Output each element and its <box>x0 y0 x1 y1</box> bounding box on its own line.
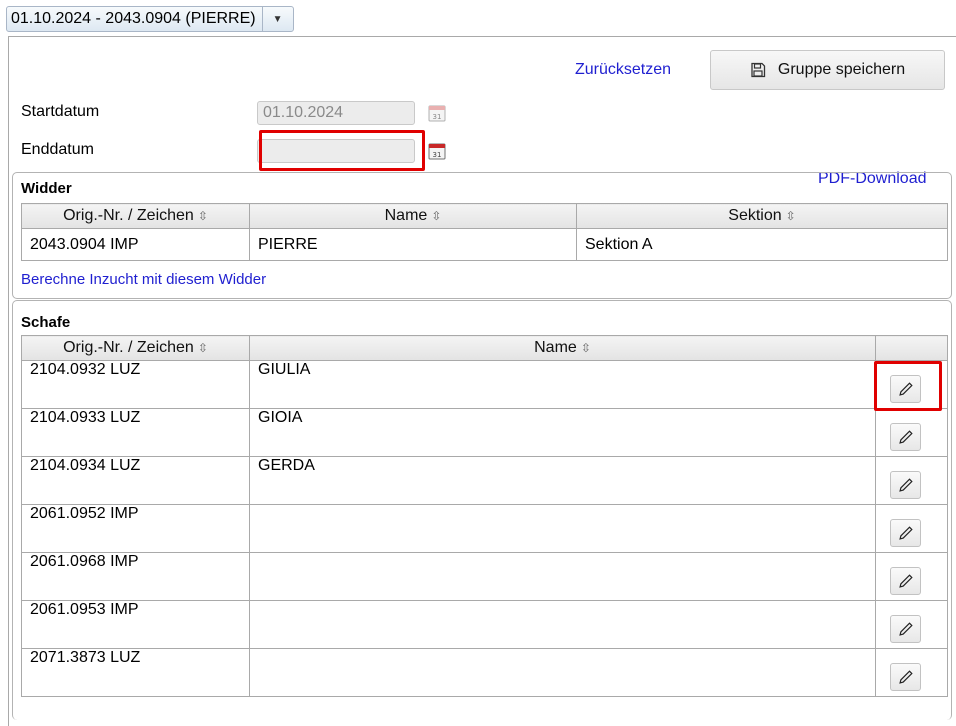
svg-text:31: 31 <box>433 151 442 159</box>
pencil-icon <box>898 478 913 492</box>
pencil-icon <box>898 574 913 588</box>
sheep-number: 2061.0953 IMP <box>21 600 250 649</box>
sheep-col-name[interactable]: Name ⇳ <box>249 335 876 361</box>
sheep-number: 2061.0968 IMP <box>21 552 250 601</box>
chevron-down-icon[interactable]: ▼ <box>263 7 293 31</box>
pencil-icon <box>898 430 913 444</box>
sheep-col-actions <box>875 335 948 361</box>
sort-icon: ⇳ <box>785 209 796 223</box>
ram-section-title: Widder <box>21 180 72 197</box>
calc-inbreeding-link[interactable]: Berechne Inzucht mit diesem Widder <box>21 271 266 288</box>
pencil-icon <box>898 622 913 636</box>
table-row: 2061.0953 IMP <box>21 600 948 649</box>
svg-text:31: 31 <box>433 113 442 121</box>
table-row: 2061.0952 IMP <box>21 504 948 553</box>
sheep-name <box>249 600 876 649</box>
ram-col-number[interactable]: Orig.-Nr. / Zeichen ⇳ <box>21 203 250 229</box>
start-date-label: Startdatum <box>21 103 100 120</box>
edit-button[interactable] <box>890 375 921 403</box>
edit-button[interactable] <box>890 423 921 451</box>
sheep-section: Schafe Orig.-Nr. / Zeichen ⇳ Name ⇳ 2104.0… <box>12 300 952 720</box>
sheep-number: 2061.0952 IMP <box>21 504 250 553</box>
sheep-section-title: Schafe <box>21 314 71 331</box>
sheep-number: 2071.3873 LUZ <box>21 648 250 697</box>
table-row: 2104.0933 LUZ GIOIA <box>21 408 948 457</box>
ram-col-name[interactable]: Name ⇳ <box>249 203 577 229</box>
save-group-button[interactable]: Gruppe speichern <box>710 50 945 90</box>
sheep-number: 2104.0934 LUZ <box>21 456 250 505</box>
sort-icon: ⇳ <box>431 209 442 223</box>
table-row: 2071.3873 LUZ <box>21 648 948 697</box>
sheep-name <box>249 552 876 601</box>
calendar-icon[interactable]: 31 <box>427 141 447 161</box>
calendar-icon[interactable]: 31 <box>427 103 447 123</box>
ram-table: Orig.-Nr. / Zeichen ⇳ Name ⇳ Sektion ⇳ 2043… <box>21 203 948 261</box>
sheep-name <box>249 504 876 553</box>
sheep-name: GIULIA <box>249 360 876 409</box>
table-row: 2104.0934 LUZ GERDA <box>21 456 948 505</box>
sheep-table: Orig.-Nr. / Zeichen ⇳ Name ⇳ 2104.0932 LUZ… <box>21 335 948 697</box>
sort-icon: ⇳ <box>197 341 208 355</box>
group-selector[interactable]: 01.10.2024 - 2043.0904 (PIERRE) ▼ <box>6 6 294 32</box>
start-date-input[interactable] <box>257 101 415 125</box>
sheep-number: 2104.0933 LUZ <box>21 408 250 457</box>
end-date-input[interactable] <box>257 139 415 163</box>
sheep-name: GERDA <box>249 456 876 505</box>
table-row: 2104.0932 LUZ GIULIA <box>21 360 948 409</box>
end-date-label: Enddatum <box>21 141 94 158</box>
sheep-col-number[interactable]: Orig.-Nr. / Zeichen ⇳ <box>21 335 250 361</box>
ram-section-value: Sektion A <box>576 228 948 261</box>
floppy-disk-icon <box>751 62 766 78</box>
pencil-icon <box>898 670 913 684</box>
edit-button[interactable] <box>890 519 921 547</box>
sheep-name: GIOIA <box>249 408 876 457</box>
sort-icon: ⇳ <box>197 209 208 223</box>
table-row: 2061.0968 IMP <box>21 552 948 601</box>
edit-button[interactable] <box>890 663 921 691</box>
ram-name: PIERRE <box>249 228 577 261</box>
ram-col-section[interactable]: Sektion ⇳ <box>576 203 948 229</box>
sheep-name <box>249 648 876 697</box>
edit-button[interactable] <box>890 567 921 595</box>
edit-button[interactable] <box>890 615 921 643</box>
edit-button[interactable] <box>890 471 921 499</box>
group-selector-value[interactable]: 01.10.2024 - 2043.0904 (PIERRE) <box>7 7 263 31</box>
save-group-label: Gruppe speichern <box>777 61 906 78</box>
ram-number: 2043.0904 IMP <box>21 228 250 261</box>
pencil-icon <box>898 382 913 396</box>
sort-icon: ⇳ <box>580 341 591 355</box>
table-row: 2043.0904 IMP PIERRE Sektion A <box>21 228 948 261</box>
pencil-icon <box>898 526 913 540</box>
reset-link[interactable]: Zurücksetzen <box>575 61 671 79</box>
sheep-number: 2104.0932 LUZ <box>21 360 250 409</box>
